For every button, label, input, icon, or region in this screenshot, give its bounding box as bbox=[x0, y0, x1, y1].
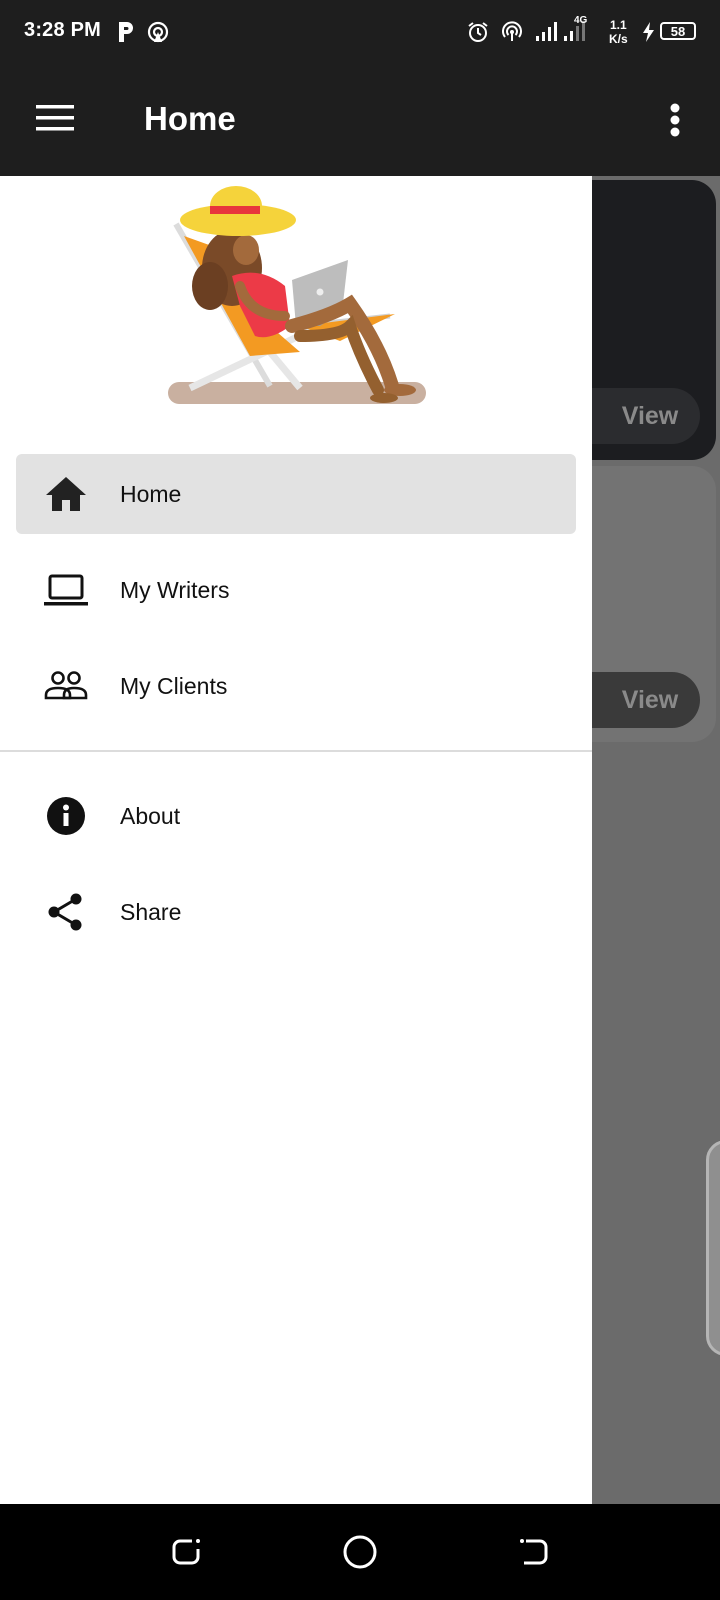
drawer-item-label: My Clients bbox=[120, 673, 228, 699]
page-title: Home bbox=[144, 100, 236, 137]
drawer-divider bbox=[0, 750, 592, 752]
drawer-item-label: Share bbox=[120, 899, 182, 925]
drawer-item-about[interactable]: About bbox=[16, 776, 576, 856]
view-button-label: View bbox=[621, 401, 679, 430]
drawer-item-my-clients[interactable]: My Clients bbox=[16, 646, 576, 726]
system-nav-bar bbox=[0, 1504, 720, 1600]
alarm-icon bbox=[468, 22, 488, 42]
info-icon bbox=[47, 797, 85, 835]
hotspot-icon bbox=[147, 21, 169, 43]
charging-icon bbox=[643, 22, 654, 42]
view-button-label: View bbox=[621, 685, 679, 714]
app-bar: Home bbox=[0, 64, 720, 176]
battery-level: 58 bbox=[670, 23, 686, 39]
drawer-item-label: My Writers bbox=[120, 577, 230, 603]
drawer-item-label: Home bbox=[120, 481, 182, 507]
more-options-icon[interactable] bbox=[660, 100, 690, 140]
drawer-header bbox=[0, 176, 592, 446]
recents-icon[interactable] bbox=[166, 1532, 206, 1572]
status-bar: 3:28 PM 4G 1.1 K/s 58 bbox=[0, 0, 720, 64]
status-time: 3:28 PM bbox=[24, 19, 101, 41]
laptop-icon bbox=[44, 574, 88, 606]
drawer-item-home[interactable]: Home bbox=[16, 454, 576, 534]
hotspot-status-icon bbox=[502, 21, 522, 41]
drawer-item-label: About bbox=[120, 803, 181, 829]
background-card-edge bbox=[706, 1140, 720, 1356]
network-type: 4G bbox=[574, 15, 588, 26]
home-icon bbox=[46, 477, 86, 511]
net-speed-value: 1.1 bbox=[610, 18, 627, 32]
menu-icon[interactable] bbox=[36, 102, 76, 134]
drawer-item-my-writers[interactable]: My Writers bbox=[16, 550, 576, 630]
share-icon bbox=[48, 893, 82, 931]
p-app-icon bbox=[119, 22, 133, 42]
back-icon[interactable] bbox=[514, 1532, 554, 1572]
navigation-drawer: Home My Writers My Clients About Share bbox=[0, 176, 592, 1504]
beach-chair-illustration bbox=[168, 186, 426, 404]
battery-indicator: 58 bbox=[660, 22, 696, 40]
net-speed-unit: K/s bbox=[609, 32, 628, 46]
drawer-item-share[interactable]: Share bbox=[16, 872, 576, 952]
people-icon bbox=[44, 671, 88, 700]
home-nav-icon[interactable] bbox=[340, 1532, 380, 1572]
